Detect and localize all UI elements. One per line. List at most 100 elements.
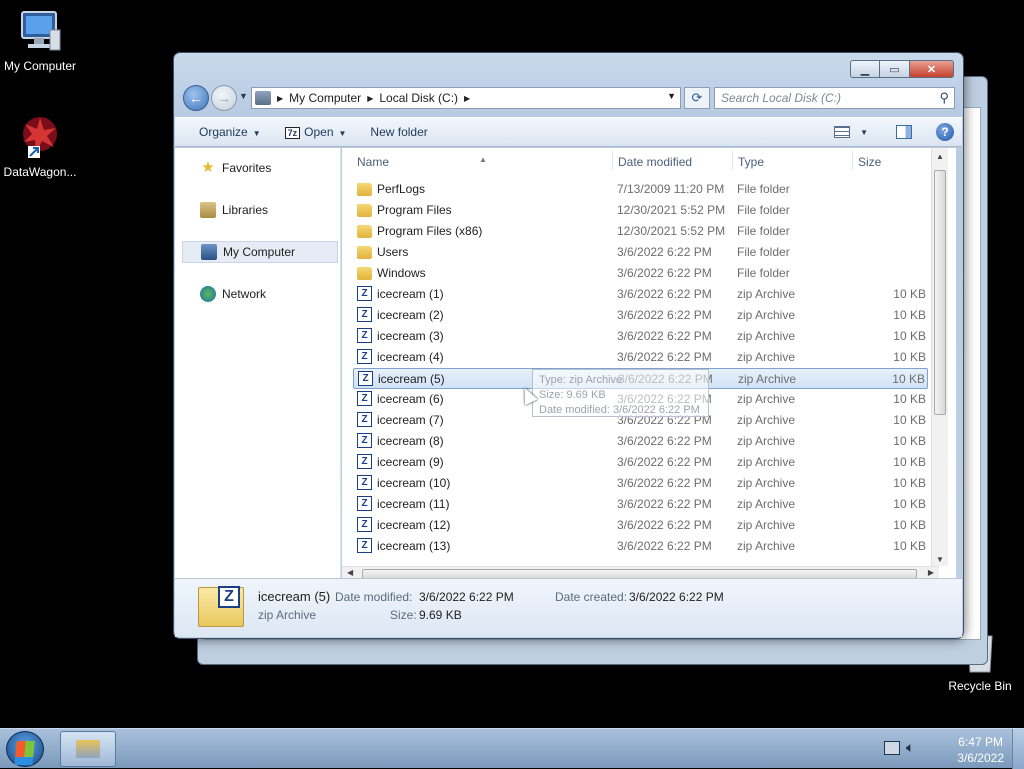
change-view-icon[interactable] [834,126,851,138]
file-date-modified: 3/6/2022 6:22 PM [617,287,712,301]
file-row[interactable]: Zicecream (1) 3/6/2022 6:22 PM zip Archive… [353,284,928,305]
file-date-modified: 3/6/2022 6:22 PM [617,266,712,280]
chevron-down-icon: ▼ [252,129,261,138]
file-date-modified: 3/6/2022 6:22 PM [617,497,712,511]
scroll-up-icon[interactable]: ▲ [936,152,944,161]
start-button[interactable] [6,731,44,767]
file-name: icecream (9) [377,455,444,469]
organize-button[interactable]: Organize ▼ [187,125,273,139]
search-placeholder: Search Local Disk (C:) [721,91,842,105]
nav-item-favorites[interactable]: ★ Favorites [182,157,338,179]
star-icon: ★ [201,159,215,176]
file-type: File folder [737,203,790,217]
scrollbar-thumb[interactable] [934,170,946,415]
file-row[interactable]: Zicecream (10) 3/6/2022 6:22 PM zip Archiv… [353,473,928,494]
new-folder-button[interactable]: New folder [358,125,439,139]
file-type: zip Archive [738,372,797,386]
desktop-icon-label: Recycle Bin [948,679,1012,693]
file-row[interactable]: Zicecream (12) 3/6/2022 6:22 PM zip Archiv… [353,515,928,536]
maximize-button[interactable]: ▭ [880,60,910,78]
column-header-date-modified[interactable]: Date modified [618,155,692,169]
breadcrumb-separator-icon[interactable]: ▶ [367,94,373,103]
folder-icon [357,267,372,280]
search-icon[interactable]: ⚲ [939,90,949,106]
file-row[interactable]: Zicecream (3) 3/6/2022 6:22 PM zip Archive… [353,326,928,347]
file-type: zip Archive [737,287,796,301]
file-row[interactable]: Program Files 12/30/2021 5:52 PM File fold… [353,200,928,221]
network-icon [200,286,216,302]
file-name: Users [377,245,409,259]
vertical-scrollbar[interactable]: ▲ ▼ [931,148,948,566]
taskbar-explorer-button[interactable] [60,731,116,767]
windows-logo-icon [15,741,35,757]
nav-item-my-computer[interactable]: My Computer [182,241,338,263]
file-size: 10 KB [893,329,926,343]
file-row[interactable]: Zicecream (13) 3/6/2022 6:22 PM zip Archiv… [353,536,928,557]
folder-icon [357,246,372,259]
file-row[interactable]: Zicecream (8) 3/6/2022 6:22 PM zip Archive… [353,431,928,452]
file-row[interactable]: Windows 3/6/2022 6:22 PM File folder [353,263,928,284]
file-name: icecream (13) [377,539,451,553]
column-header-type[interactable]: Type [738,155,764,169]
clock-time: 6:47 PM [958,735,1003,749]
nav-item-label: Favorites [222,161,272,175]
file-name: icecream (12) [377,518,451,532]
volume-icon[interactable]: 🔈︎ [906,739,922,755]
folder-icon [357,183,372,196]
desktop-icon-my-computer[interactable]: My Computer [0,8,80,73]
column-header-name[interactable]: Name [357,155,389,169]
zip-archive-icon: Z [357,349,372,364]
show-desktop-button[interactable] [1012,729,1024,769]
open-button[interactable]: 7z Open ▼ [273,125,359,139]
computer-icon [255,91,271,105]
nav-item-libraries[interactable]: Libraries [182,199,338,221]
view-options-chevron-icon[interactable]: ▼ [860,128,868,137]
scroll-left-icon[interactable]: ◀ [347,568,353,577]
file-type: zip Archive [737,539,796,553]
file-info-tooltip: Type: zip Archive Size: 9.69 KB Date mod… [532,369,709,417]
breadcrumb-my-computer[interactable]: My Computer [289,91,361,105]
file-row[interactable]: Program Files (x86) 12/30/2021 5:52 PM Fil… [353,221,928,242]
file-row[interactable]: Zicecream (4) 3/6/2022 6:22 PM zip Archive… [353,347,928,368]
file-size: 10 KB [893,455,926,469]
file-date-modified: 3/6/2022 6:22 PM [617,455,712,469]
scroll-right-icon[interactable]: ▶ [928,568,934,577]
column-header-size[interactable]: Size [858,155,881,169]
desktop-icon-datawagon[interactable]: DataWagon... [0,114,80,179]
breadcrumb-separator-icon[interactable]: ▶ [464,94,470,103]
network-tray-icon[interactable] [884,741,900,755]
desktop-icon-label: DataWagon... [3,165,77,179]
command-bar: Organize ▼ 7z Open ▼ New folder ▼ ? [175,117,962,147]
refresh-button[interactable]: ⟳ [684,87,710,109]
preview-pane-icon[interactable] [896,125,912,139]
file-row[interactable]: Zicecream (11) 3/6/2022 6:22 PM zip Archiv… [353,494,928,515]
file-size: 10 KB [893,287,926,301]
details-file-name: icecream (5) [258,589,331,604]
file-row[interactable]: Zicecream (9) 3/6/2022 6:22 PM zip Archive… [353,452,928,473]
recent-pages-dropdown[interactable]: ▼ [239,91,248,101]
minimize-button[interactable]: ▁ [850,60,880,78]
scroll-down-icon[interactable]: ▼ [936,555,944,564]
help-icon[interactable]: ? [936,123,954,141]
file-row[interactable]: PerfLogs 7/13/2009 11:20 PM File folder [353,179,928,200]
clock[interactable]: 6:47 PM 3/6/2022 [957,734,1004,766]
details-date-modified-label: Date modified: [335,590,413,604]
search-input[interactable]: Search Local Disk (C:) ⚲ [714,87,955,109]
file-type: zip Archive [737,413,796,427]
details-date-created-value: 3/6/2022 6:22 PM [629,590,724,604]
close-button[interactable]: ✕ [910,60,954,78]
chevron-down-icon[interactable]: ▼ [339,129,347,138]
file-date-modified: 7/13/2009 11:20 PM [617,182,725,196]
file-name: PerfLogs [377,182,426,196]
breadcrumb-local-disk[interactable]: Local Disk (C:) [379,91,458,105]
file-row[interactable]: Zicecream (2) 3/6/2022 6:22 PM zip Archive… [353,305,928,326]
back-button[interactable]: ← [183,85,209,111]
address-dropdown-icon[interactable]: ▼ [667,91,676,101]
file-row[interactable]: Users 3/6/2022 6:22 PM File folder [353,242,928,263]
nav-item-network[interactable]: Network [182,283,338,305]
address-bar[interactable]: ▶ My Computer ▶ Local Disk (C:) ▶ ▼ [251,87,681,109]
forward-button[interactable]: → [211,85,237,111]
breadcrumb-separator-icon[interactable]: ▶ [277,94,283,103]
zip-archive-icon: Z [357,391,372,406]
file-type: zip Archive [737,350,796,364]
